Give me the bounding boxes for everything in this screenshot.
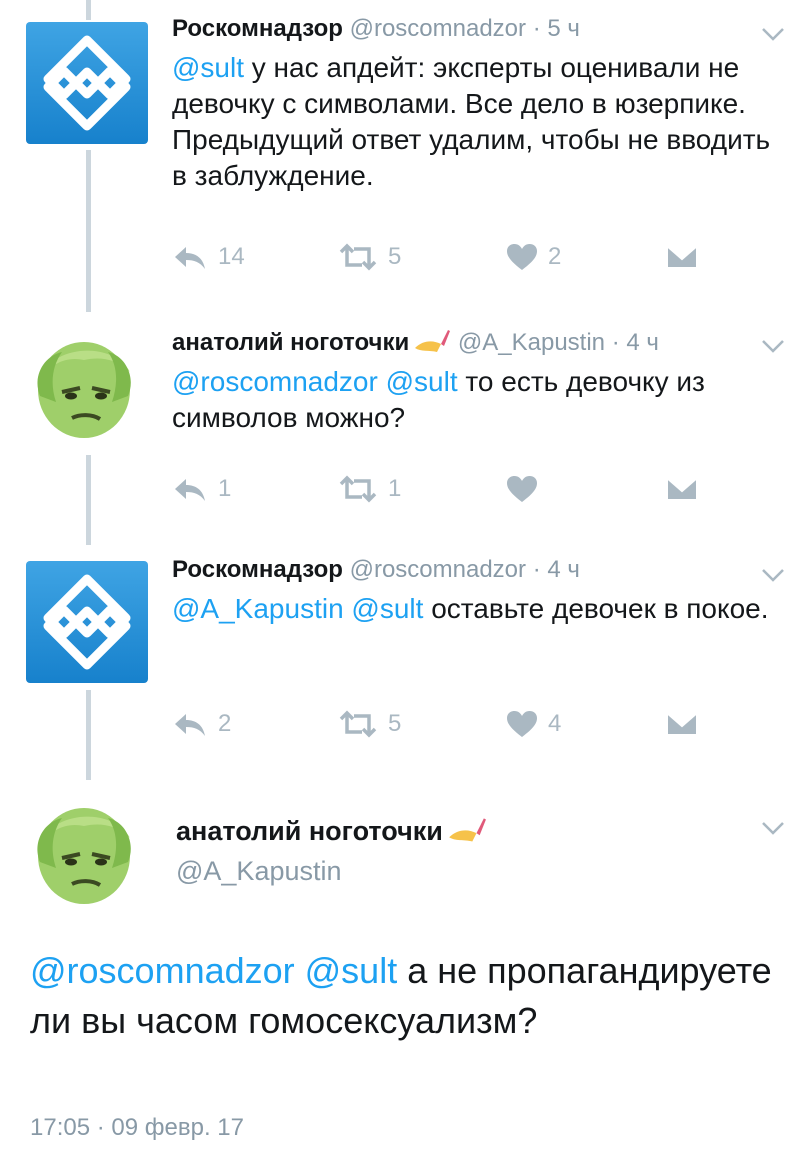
tweet[interactable]: анатолий ноготочки @A_Kapustin · 4 ч @ro… [0,312,811,542]
like-count: 4 [548,710,562,737]
retweet-count: 1 [388,475,402,502]
direct-message-icon [666,245,698,269]
reply-button[interactable]: 1 [172,472,231,506]
direct-message-icon [666,477,698,501]
author-block: анатолий ноготочки @A_Kapustin [176,814,487,888]
reply-icon [175,479,205,501]
like-count: 2 [548,243,562,270]
tweet-body: оставьте девочек в покое. [423,593,769,624]
tweet-header: Роскомнадзор @roscomnadzor · 5 ч [172,14,781,44]
cabbage-face-avatar-icon [37,342,131,438]
tweet-header: анатолий ноготочки @A_Kapustin · 4 ч [172,328,781,358]
retweet-icon [339,475,377,503]
heart-icon [507,244,537,270]
display-name[interactable]: Роскомнадзор [172,556,343,583]
avatar[interactable] [26,561,148,683]
retweet-icon [339,710,377,738]
tweet[interactable]: Роскомнадзор @roscomnadzor · 4 ч @A_Kapu… [0,545,811,775]
retweet-icon [339,243,377,271]
username[interactable]: @A_Kapustin [458,329,605,356]
tweet[interactable]: Роскомнадзор @roscomnadzor · 5 ч @sult у… [0,0,811,300]
username[interactable]: @roscomnadzor [350,15,526,42]
tweet-header: Роскомнадзор @roscomnadzor · 4 ч [172,555,781,585]
timestamp[interactable]: 4 ч [626,329,659,356]
timestamp[interactable]: 4 ч [547,556,580,583]
like-button[interactable]: 2 [506,240,561,274]
chevron-down-icon[interactable] [761,820,785,836]
retweet-button[interactable]: 5 [338,707,401,741]
mention-link[interactable]: @A_Kapustin @sult [172,593,423,624]
tweet-text: @roscomnadzor @sult а не пропагандируете… [30,946,781,1046]
display-name[interactable]: анатолий ноготочки [176,816,443,846]
chevron-down-icon[interactable] [761,338,785,354]
reply-icon [175,714,205,736]
focused-tweet: анатолий ноготочки @A_Kapustin @roscomna… [0,780,811,1160]
reply-count: 1 [218,475,232,502]
reply-count: 2 [218,710,232,737]
direct-message-button[interactable] [666,240,698,274]
direct-message-icon [666,712,698,736]
reply-button[interactable]: 2 [172,707,231,741]
heart-icon [507,711,537,737]
display-name[interactable]: анатолий ноготочки [172,329,409,356]
chevron-down-icon[interactable] [761,26,785,42]
retweet-button[interactable]: 5 [338,240,401,274]
retweet-count: 5 [388,243,402,270]
tweet-text: @roscomnadzor @sult то есть девочку из с… [172,364,781,436]
mention-link[interactable]: @sult [172,52,244,83]
roskomnadzor-logo-icon [43,574,131,670]
direct-message-button[interactable] [666,472,698,506]
avatar[interactable] [22,792,144,914]
reply-button[interactable]: 14 [172,240,245,274]
cabbage-face-avatar-icon [37,808,131,904]
username[interactable]: @roscomnadzor [350,556,526,583]
reply-count: 14 [218,243,245,270]
tweet-text: @A_Kapustin @sult оставьте девочек в пок… [172,591,781,627]
direct-message-button[interactable] [666,707,698,741]
mention-link[interactable]: @roscomnadzor @sult [172,366,458,397]
mention-link[interactable]: @roscomnadzor @sult [30,950,397,991]
chevron-down-icon[interactable] [761,567,785,583]
tweet-timestamp[interactable]: 17:05 · 09 февр. 17 [30,1114,244,1142]
timestamp[interactable]: 5 ч [547,15,580,42]
avatar[interactable] [26,22,148,144]
retweet-button[interactable]: 1 [338,472,401,506]
tweet-text: @sult у нас апдейт: эксперты оценивали н… [172,50,781,194]
reply-icon [175,247,205,269]
retweet-count: 5 [388,710,402,737]
nail-polish-emoji-icon [415,330,451,352]
separator: · [532,556,541,583]
heart-icon [507,476,537,502]
separator: · [611,329,620,356]
like-button[interactable]: 4 [506,707,561,741]
avatar[interactable] [22,326,144,448]
roskomnadzor-logo-icon [43,35,131,131]
display-name[interactable]: Роскомнадзор [172,15,343,42]
username[interactable]: @A_Kapustin [176,854,487,888]
tweet-body: у нас апдейт: эксперты оценивали не дево… [172,52,771,191]
nail-polish-emoji-icon [449,818,486,842]
like-button[interactable] [506,472,548,506]
separator: · [532,15,541,42]
